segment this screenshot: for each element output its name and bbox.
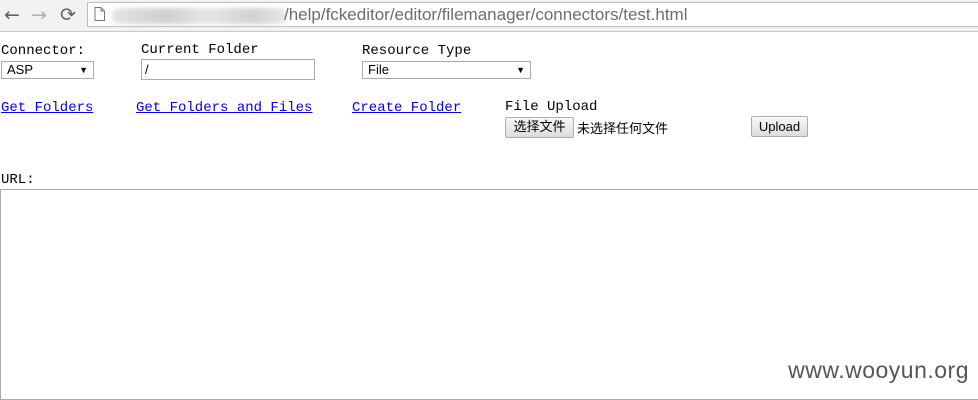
connector-label: Connector: [1,43,86,59]
choose-file-button[interactable]: 选择文件 [505,117,574,138]
no-file-chosen-text: 未选择任何文件 [577,122,669,137]
resource-type-label: Resource Type [362,43,472,59]
resource-type-select-value: File [368,62,389,77]
get-folders-link[interactable]: Get Folders [1,100,93,116]
create-folder-link[interactable]: Create Folder [352,100,461,116]
get-folders-and-files-link[interactable]: Get Folders and Files [136,100,312,116]
url-label: URL: [1,172,35,188]
forward-icon[interactable]: → [28,4,50,26]
resource-type-select[interactable]: File ▼ [362,61,531,79]
current-folder-input[interactable]: / [141,59,315,80]
browser-toolbar: ← → ⟳ /help/fckeditor/editor/filemanager… [0,0,978,32]
reload-icon[interactable]: ⟳ [57,4,79,26]
chevron-down-icon: ▼ [516,65,525,75]
upload-button[interactable]: Upload [751,116,808,137]
back-icon[interactable]: ← [1,4,23,26]
watermark: www.wooyun.org [788,357,969,383]
file-upload-label: File Upload [505,99,598,115]
url-path: /help/fckeditor/editor/filemanager/conne… [284,5,688,24]
connector-select-value: ASP [7,62,34,77]
address-bar[interactable]: /help/fckeditor/editor/filemanager/conne… [87,2,978,27]
blurred-host [112,8,287,24]
connector-select[interactable]: ASP ▼ [1,61,94,79]
chevron-down-icon: ▼ [79,65,88,75]
page-icon [94,7,105,21]
current-folder-label: Current Folder [141,42,259,58]
